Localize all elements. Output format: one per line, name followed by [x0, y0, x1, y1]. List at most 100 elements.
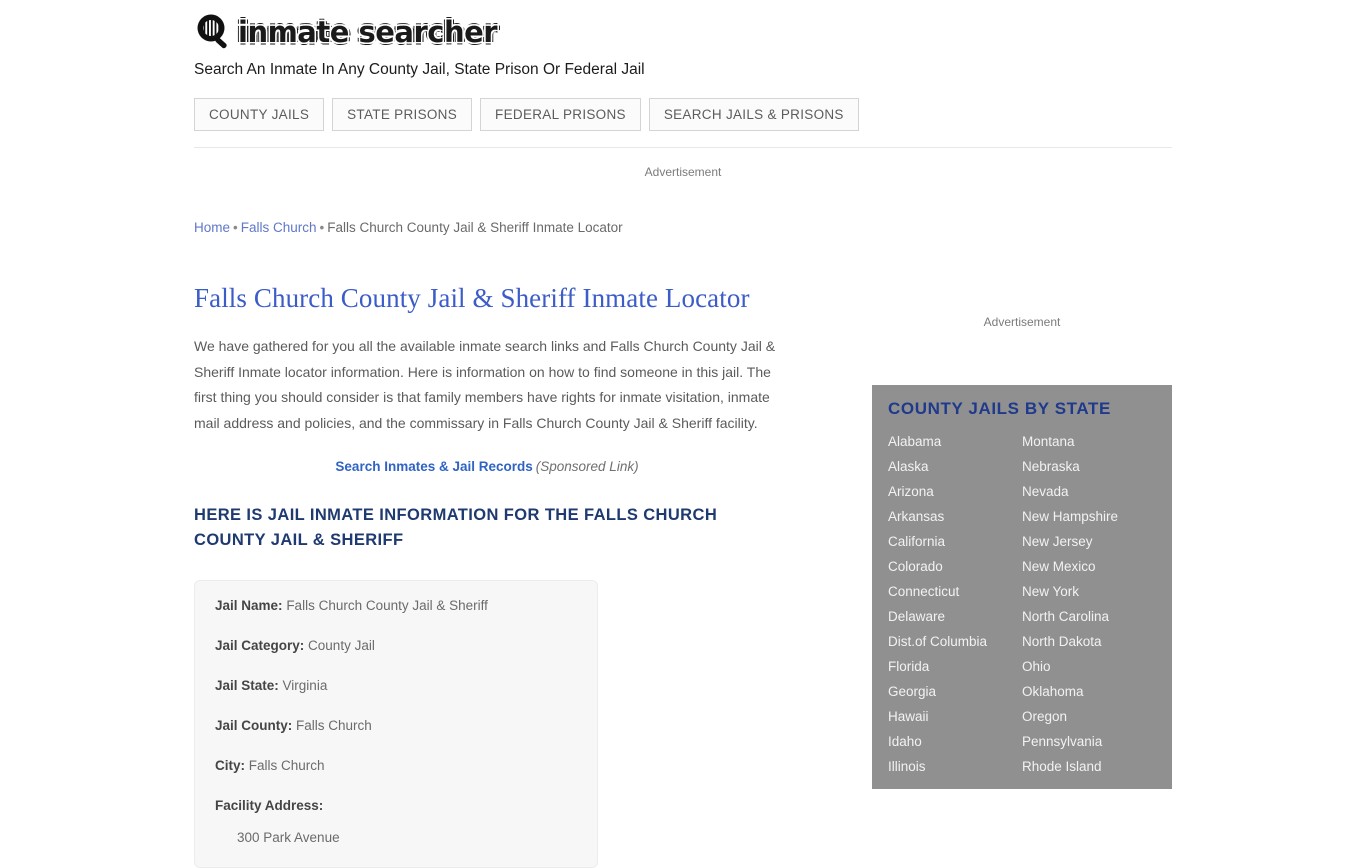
header-divider: [194, 147, 1172, 148]
list-item: Florida: [888, 654, 1022, 679]
list-item: Illinois: [888, 754, 1022, 779]
state-link-arizona[interactable]: Arizona: [888, 479, 1022, 504]
breadcrumb: Home • Falls Church • Falls Church County Ja…: [194, 219, 794, 237]
facility-address-line-1: 300 Park Avenue: [237, 830, 340, 845]
info-key: Jail Category:: [215, 638, 305, 653]
sponsored-link-row: Search Inmates & Jail Records (Sponsored …: [194, 458, 780, 476]
info-value: County Jail: [308, 638, 375, 653]
sponsored-link-note: (Sponsored Link): [535, 459, 639, 474]
list-item: Hawaii: [888, 704, 1022, 729]
sidebar-advertisement-label: Advertisement: [983, 315, 1061, 329]
state-link-colorado[interactable]: Colorado: [888, 554, 1022, 579]
state-link-arkansas[interactable]: Arkansas: [888, 504, 1022, 529]
state-link-alabama[interactable]: Alabama: [888, 429, 1022, 454]
info-row-jail-state: Jail State: Virginia: [215, 677, 577, 695]
state-link-new-york[interactable]: New York: [1022, 579, 1156, 604]
state-link-delaware[interactable]: Delaware: [888, 604, 1022, 629]
list-item: Nebraska: [1022, 454, 1156, 479]
list-item: Connecticut: [888, 579, 1022, 604]
state-link-georgia[interactable]: Georgia: [888, 679, 1022, 704]
list-item: Ohio: [1022, 654, 1156, 679]
info-key: City:: [215, 758, 245, 773]
state-link-hawaii[interactable]: Hawaii: [888, 704, 1022, 729]
nav-county-jails[interactable]: COUNTY JAILS: [194, 98, 325, 131]
search-inmates-jail-records-link[interactable]: Search Inmates & Jail Records: [335, 459, 532, 474]
state-link-north-carolina[interactable]: North Carolina: [1022, 604, 1156, 629]
state-link-nebraska[interactable]: Nebraska: [1022, 454, 1156, 479]
breadcrumb-city-link[interactable]: Falls Church: [241, 220, 317, 235]
nav-state-prisons[interactable]: STATE PRISONS: [332, 98, 473, 131]
list-item: Alabama: [888, 429, 1022, 454]
list-item: California: [888, 529, 1022, 554]
breadcrumb-home-link[interactable]: Home: [194, 220, 230, 235]
state-link-oregon[interactable]: Oregon: [1022, 704, 1156, 729]
state-link-new-hampshire[interactable]: New Hampshire: [1022, 504, 1156, 529]
county-jails-by-state-panel: COUNTY JAILS BY STATE Alabama Alaska Ari…: [872, 385, 1172, 789]
state-link-new-jersey[interactable]: New Jersey: [1022, 529, 1156, 554]
info-value: Falls Church County Jail & Sheriff: [286, 598, 488, 613]
state-link-illinois[interactable]: Illinois: [888, 754, 1022, 779]
list-item: Idaho: [888, 729, 1022, 754]
info-key: Jail Name:: [215, 598, 283, 613]
state-link-florida[interactable]: Florida: [888, 654, 1022, 679]
site-logo[interactable]: inmate searcher: [194, 10, 1172, 54]
list-item: North Carolina: [1022, 604, 1156, 629]
state-link-north-dakota[interactable]: North Dakota: [1022, 629, 1156, 654]
list-item: Nevada: [1022, 479, 1156, 504]
site-tagline: Search An Inmate In Any County Jail, Sta…: [194, 61, 645, 78]
state-link-nevada[interactable]: Nevada: [1022, 479, 1156, 504]
state-link-california[interactable]: California: [888, 529, 1022, 554]
breadcrumb-separator: •: [233, 220, 238, 235]
list-item: Colorado: [888, 554, 1022, 579]
info-key: Jail County:: [215, 718, 293, 733]
states-columns: Alabama Alaska Arizona Arkansas Californ…: [872, 429, 1172, 779]
list-item: Dist.of Columbia: [888, 629, 1022, 654]
nav-federal-prisons[interactable]: FEDERAL PRISONS: [480, 98, 641, 131]
right-sidebar: Advertisement COUNTY JAILS BY STATE Alab…: [872, 300, 1172, 789]
info-key: Facility Address:: [215, 798, 324, 813]
state-link-montana[interactable]: Montana: [1022, 429, 1156, 454]
top-advertisement-label: Advertisement: [644, 165, 722, 179]
state-link-dist-of-columbia[interactable]: Dist.of Columbia: [888, 629, 1022, 654]
page-title: Falls Church County Jail & Sheriff Inmat…: [194, 283, 750, 313]
info-row-jail-county: Jail County: Falls Church: [215, 717, 577, 735]
nav-search-jails-prisons[interactable]: SEARCH JAILS & PRISONS: [648, 98, 859, 131]
info-value: Falls Church: [296, 718, 372, 733]
list-item: Pennsylvania: [1022, 729, 1156, 754]
info-row-city: City: Falls Church: [215, 757, 577, 775]
state-link-pennsylvania[interactable]: Pennsylvania: [1022, 729, 1156, 754]
states-panel-title: COUNTY JAILS BY STATE: [888, 399, 1111, 418]
states-column-1: Alabama Alaska Arizona Arkansas Californ…: [888, 429, 1022, 779]
state-link-alaska[interactable]: Alaska: [888, 454, 1022, 479]
list-item: New Hampshire: [1022, 504, 1156, 529]
info-row-facility-address: Facility Address: 300 Park Avenue: [215, 797, 577, 847]
breadcrumb-current: Falls Church County Jail & Sheriff Inmat…: [327, 220, 623, 235]
info-value: Virginia: [282, 678, 328, 693]
jail-info-box: Jail Name: Falls Church County Jail & Sh…: [194, 580, 598, 868]
section-title: HERE IS JAIL INMATE INFORMATION FOR THE …: [194, 506, 718, 549]
state-link-idaho[interactable]: Idaho: [888, 729, 1022, 754]
state-link-oklahoma[interactable]: Oklahoma: [1022, 679, 1156, 704]
magnifier-jail-icon: [194, 12, 234, 52]
info-row-jail-category: Jail Category: County Jail: [215, 637, 577, 655]
states-column-2: Montana Nebraska Nevada New Hampshire Ne…: [1022, 429, 1156, 779]
list-item: Rhode Island: [1022, 754, 1156, 779]
state-link-connecticut[interactable]: Connecticut: [888, 579, 1022, 604]
breadcrumb-separator: •: [319, 220, 325, 235]
list-item: Arizona: [888, 479, 1022, 504]
list-item: New Jersey: [1022, 529, 1156, 554]
info-row-jail-name: Jail Name: Falls Church County Jail & Sh…: [215, 597, 577, 615]
list-item: Arkansas: [888, 504, 1022, 529]
state-link-rhode-island[interactable]: Rhode Island: [1022, 754, 1156, 779]
main-navigation: COUNTY JAILS STATE PRISONS FEDERAL PRISO…: [194, 98, 859, 131]
list-item: Oregon: [1022, 704, 1156, 729]
state-link-new-mexico[interactable]: New Mexico: [1022, 554, 1156, 579]
info-value: Falls Church: [248, 758, 325, 773]
state-link-ohio[interactable]: Ohio: [1022, 654, 1156, 679]
page-root: inmate searcher Search An Inmate In Any …: [0, 0, 1366, 868]
list-item: New Mexico: [1022, 554, 1156, 579]
list-item: Delaware: [888, 604, 1022, 629]
list-item: New York: [1022, 579, 1156, 604]
list-item: Montana: [1022, 429, 1156, 454]
list-item: Georgia: [888, 679, 1022, 704]
